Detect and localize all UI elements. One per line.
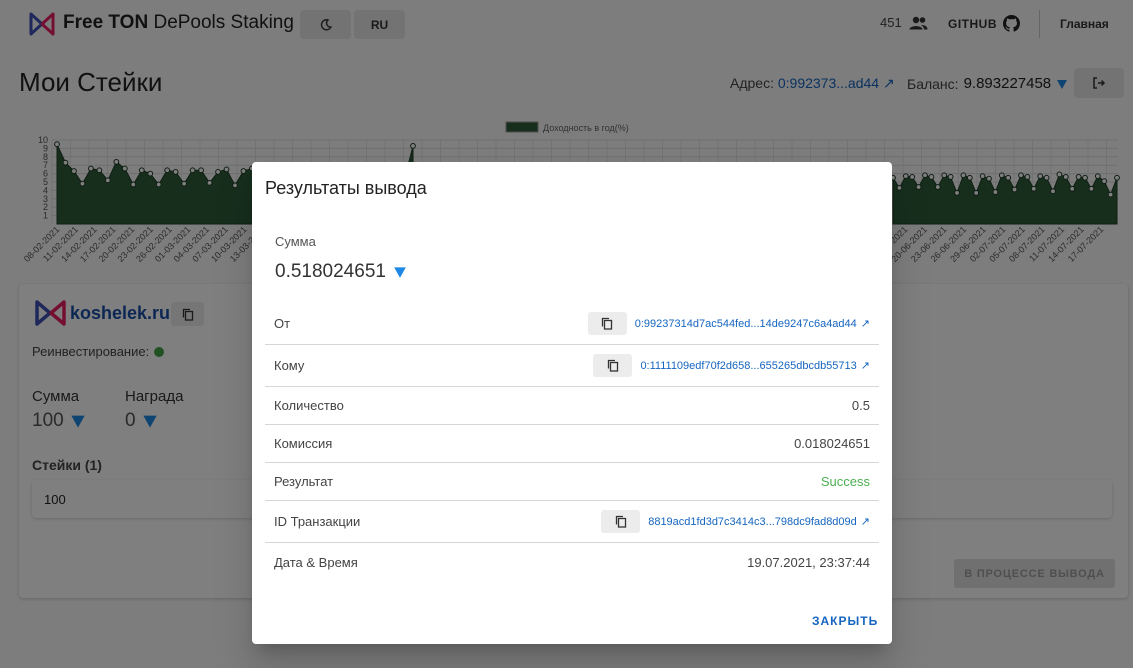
datetime-label: Дата & Время (274, 554, 358, 570)
ton-diamond-icon (394, 267, 406, 278)
txid-label: ID Транзакции (274, 514, 361, 529)
from-address-link[interactable]: 0:99237314d7ac544fed...14de9247c6a4ad44 ↗ (635, 317, 870, 331)
result-status: Success (820, 474, 870, 489)
datetime-value: 19.07.2021, 23:37:44 (747, 554, 870, 570)
external-link-icon: ↗ (860, 360, 870, 372)
copy-icon (607, 359, 619, 372)
external-link-icon: ↗ (860, 318, 870, 330)
close-button[interactable]: ЗАКРЫТЬ (812, 614, 878, 628)
to-label: Кому (274, 358, 305, 373)
result-label: Результат (274, 474, 334, 489)
external-link-icon: ↗ (860, 516, 870, 528)
dialog-sum-value: 0.518024651 (275, 261, 407, 283)
withdraw-results-dialog: Результаты вывода Сумма 0.518024651 От 0… (252, 162, 892, 644)
row-fee: Комиссия 0.018024651 (265, 425, 879, 463)
to-value: 0:1111109edf70f2d658...655265dbcdb55713 ↗ (593, 354, 870, 377)
copy-to-button[interactable] (593, 354, 633, 377)
to-address-link[interactable]: 0:1111109edf70f2d658...655265dbcdb55713 ↗ (640, 359, 870, 373)
copy-from-button[interactable] (587, 312, 627, 335)
row-from: От 0:99237314d7ac544fed...14de9247c6a4ad… (265, 303, 879, 345)
row-amount: Количество 0.5 (265, 387, 879, 425)
amount-value: 0.5 (851, 398, 870, 413)
copy-txid-button[interactable] (601, 510, 641, 533)
fee-value: 0.018024651 (794, 436, 870, 451)
txid-value: 8819acd1fd3d7c3414c3...798dc9fad8d09d ↗ (601, 510, 870, 533)
from-value: 0:99237314d7ac544fed...14de9247c6a4ad44 ↗ (587, 312, 870, 335)
row-result: Результат Success (265, 463, 879, 501)
txid-link[interactable]: 8819acd1fd3d7c3414c3...798dc9fad8d09d ↗ (648, 515, 870, 529)
row-to: Кому 0:1111109edf70f2d658...655265dbcdb5… (265, 345, 879, 387)
details-list: От 0:99237314d7ac544fed...14de9247c6a4ad… (265, 303, 879, 581)
row-datetime: Дата & Время 19.07.2021, 23:37:44 (265, 543, 879, 581)
fee-label: Комиссия (274, 436, 333, 451)
row-txid: ID Транзакции 8819acd1fd3d7c3414c3...798… (265, 501, 879, 543)
dialog-title: Результаты вывода (265, 178, 427, 198)
amount-label: Количество (274, 398, 344, 413)
copy-icon (602, 317, 613, 330)
dialog-sum-label: Сумма (275, 234, 316, 249)
copy-icon (615, 515, 626, 528)
from-label: От (274, 316, 291, 331)
